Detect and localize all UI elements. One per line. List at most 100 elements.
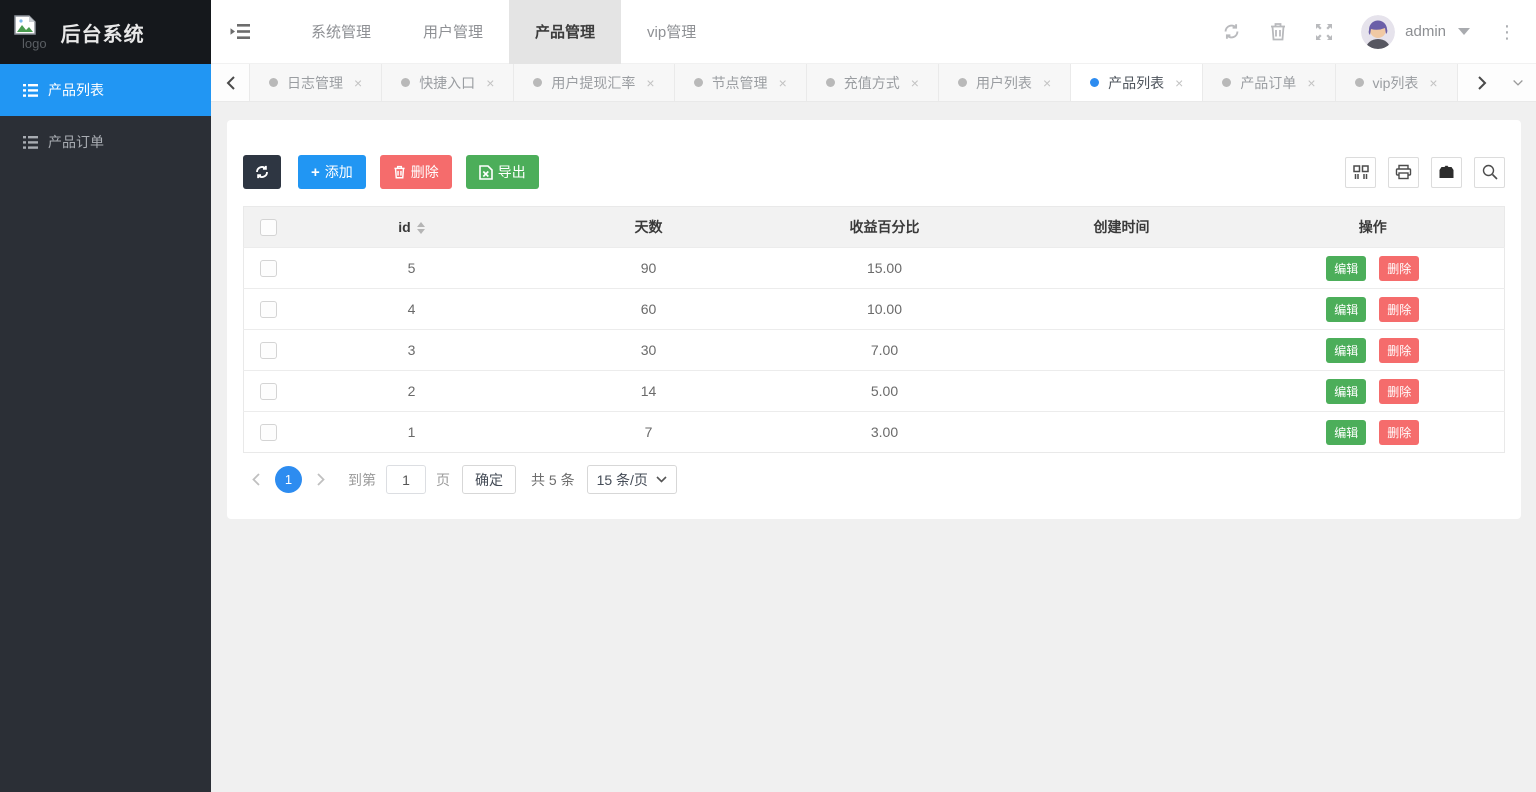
- cell-days: 14: [530, 371, 768, 412]
- export-button[interactable]: 导出: [466, 155, 539, 189]
- row-checkbox[interactable]: [260, 383, 277, 400]
- tabs-scroll-left-button[interactable]: [211, 64, 249, 101]
- sort-icon[interactable]: [417, 222, 425, 234]
- tab[interactable]: 产品列表 ×: [1070, 64, 1202, 101]
- tab-label: 用户列表: [976, 73, 1032, 93]
- confirm-page-button[interactable]: 确定: [462, 465, 516, 494]
- tab-close-icon[interactable]: ×: [1307, 75, 1315, 91]
- export-button-label: 导出: [498, 162, 526, 182]
- tab[interactable]: 产品订单 ×: [1202, 64, 1334, 101]
- broken-logo-image: logo: [14, 15, 47, 50]
- row-checkbox[interactable]: [260, 301, 277, 318]
- print-button[interactable]: [1388, 157, 1419, 188]
- tab[interactable]: 用户提现汇率 ×: [513, 64, 673, 101]
- table-body: 5 90 15.00 编辑 删除 4: [244, 248, 1505, 453]
- toggle-columns-button[interactable]: [1345, 157, 1376, 188]
- page-input[interactable]: [386, 465, 426, 494]
- printer-icon: [1395, 164, 1412, 180]
- tab-label: 节点管理: [712, 73, 768, 93]
- table-row: 1 7 3.00 编辑 删除: [244, 412, 1505, 453]
- page-size-select[interactable]: 15 条/页: [587, 465, 677, 494]
- top-menu-item[interactable]: 用户管理: [397, 0, 509, 64]
- main-content: + 添加 删除 导出: [211, 102, 1536, 792]
- fullscreen-icon[interactable]: [1315, 23, 1333, 41]
- more-options-icon[interactable]: ⋮: [1498, 23, 1516, 41]
- cell-percent: 7.00: [768, 330, 1002, 371]
- sidebar-item-label: 产品订单: [48, 132, 104, 152]
- edit-row-button[interactable]: 编辑: [1326, 256, 1366, 281]
- tab[interactable]: 用户列表 ×: [938, 64, 1070, 101]
- prev-page-icon[interactable]: [243, 473, 269, 486]
- tab-close-icon[interactable]: ×: [1175, 75, 1183, 91]
- cell-id: 4: [294, 289, 530, 330]
- row-checkbox[interactable]: [260, 260, 277, 277]
- delete-row-button[interactable]: 删除: [1379, 379, 1419, 404]
- search-button[interactable]: [1474, 157, 1505, 188]
- delete-button[interactable]: 删除: [380, 155, 452, 189]
- tab-close-icon[interactable]: ×: [911, 75, 919, 91]
- cell-percent: 10.00: [768, 289, 1002, 330]
- tab-label: 充值方式: [844, 73, 900, 93]
- sidebar-item[interactable]: 产品订单: [0, 116, 211, 168]
- plus-icon: +: [311, 164, 320, 181]
- trash-icon[interactable]: [1269, 22, 1287, 41]
- row-checkbox[interactable]: [260, 342, 277, 359]
- tab[interactable]: 节点管理 ×: [674, 64, 806, 101]
- tab-close-icon[interactable]: ×: [646, 75, 654, 91]
- edit-row-button[interactable]: 编辑: [1326, 338, 1366, 363]
- tab-close-icon[interactable]: ×: [354, 75, 362, 91]
- edit-row-button[interactable]: 编辑: [1326, 379, 1366, 404]
- user-menu[interactable]: admin: [1361, 15, 1470, 49]
- next-page-icon[interactable]: [308, 473, 334, 486]
- top-menu-item-label: vip管理: [647, 21, 696, 42]
- tab[interactable]: 充值方式 ×: [806, 64, 938, 101]
- delete-row-button[interactable]: 删除: [1379, 256, 1419, 281]
- tab-close-icon[interactable]: ×: [486, 75, 494, 91]
- tab[interactable]: 日志管理 ×: [249, 64, 381, 101]
- app-title: 后台系统: [61, 18, 145, 47]
- top-menu-item[interactable]: 产品管理: [509, 0, 621, 64]
- goto-page-prefix: 到第: [348, 470, 376, 490]
- edit-row-button[interactable]: 编辑: [1326, 297, 1366, 322]
- tab[interactable]: vip列表 ×: [1335, 64, 1458, 101]
- tabs-menu-button[interactable]: [1500, 64, 1536, 101]
- cell-actions: 编辑 删除: [1242, 412, 1505, 453]
- top-menu-item[interactable]: 系统管理: [285, 0, 397, 64]
- refresh-table-button[interactable]: [243, 155, 281, 189]
- refresh-icon[interactable]: [1222, 22, 1241, 41]
- page-size-value: 15 条/页: [597, 470, 648, 490]
- collapse-sidebar-button[interactable]: [211, 23, 269, 41]
- select-all-checkbox[interactable]: [260, 219, 277, 236]
- column-header-id[interactable]: id: [294, 207, 530, 248]
- cell-actions: 编辑 删除: [1242, 371, 1505, 412]
- tab-status-dot: [269, 78, 278, 87]
- tab[interactable]: 快捷入口 ×: [381, 64, 513, 101]
- trash-icon: [393, 165, 406, 179]
- top-menu-item[interactable]: vip管理: [621, 0, 722, 64]
- export-data-button[interactable]: [1431, 157, 1462, 188]
- add-button[interactable]: + 添加: [298, 155, 366, 189]
- tab-label: 日志管理: [287, 73, 343, 93]
- table-header-row: id 天数 收益百分比 创建时间 操作: [244, 207, 1505, 248]
- cell-percent: 5.00: [768, 371, 1002, 412]
- tab-status-dot: [958, 78, 967, 87]
- sidebar-item[interactable]: 产品列表: [0, 64, 211, 116]
- cell-actions: 编辑 删除: [1242, 248, 1505, 289]
- top-menu-item-label: 产品管理: [535, 21, 595, 42]
- delete-row-button[interactable]: 删除: [1379, 338, 1419, 363]
- tab-close-icon[interactable]: ×: [779, 75, 787, 91]
- cell-created: [1002, 412, 1242, 453]
- row-checkbox[interactable]: [260, 424, 277, 441]
- delete-row-button[interactable]: 删除: [1379, 297, 1419, 322]
- username: admin: [1405, 23, 1446, 40]
- tab-close-icon[interactable]: ×: [1429, 75, 1437, 91]
- delete-row-button[interactable]: 删除: [1379, 420, 1419, 445]
- page-number-button[interactable]: 1: [275, 466, 302, 493]
- open-tabs: 日志管理 × 快捷入口 × 用户提现汇率 × 节点管理: [249, 64, 1464, 101]
- tabs-scroll-right-button[interactable]: [1464, 64, 1500, 101]
- logo-alt-text: logo: [22, 37, 47, 50]
- edit-row-button[interactable]: 编辑: [1326, 420, 1366, 445]
- cell-percent: 3.00: [768, 412, 1002, 453]
- avatar: [1361, 15, 1395, 49]
- tab-close-icon[interactable]: ×: [1043, 75, 1051, 91]
